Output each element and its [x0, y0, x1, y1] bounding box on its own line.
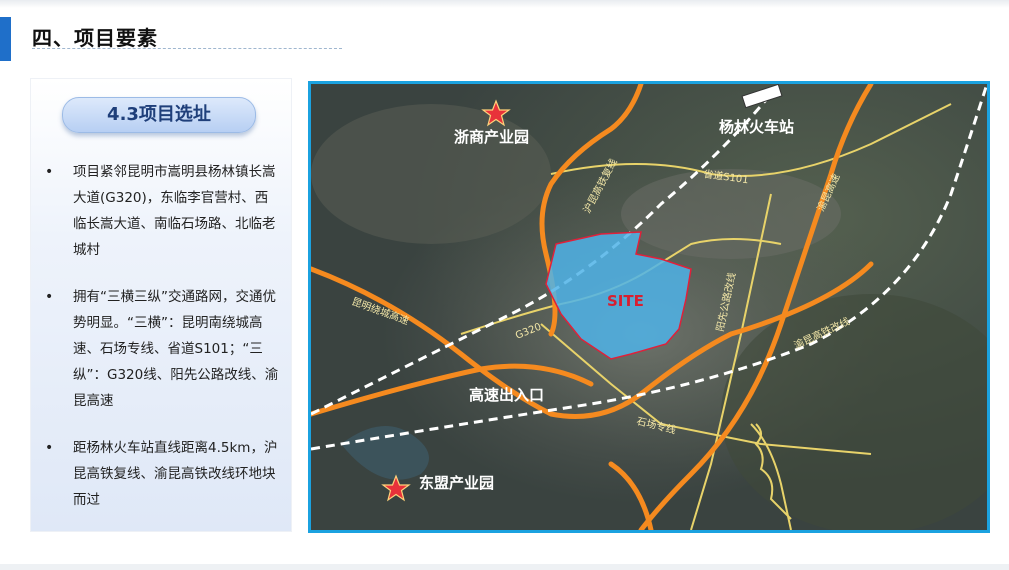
title-divider [32, 48, 342, 49]
bullet-icon: • [45, 164, 54, 180]
bullet-text: 项目紧邻昆明市嵩明县杨林镇长嵩大道(G320)，东临李官营村、西临长嵩大道、南临… [73, 164, 276, 258]
bullet-item: • 拥有“三横三纵”交通路网，交通优势明显。“三横”：昆明南绕城高速、石场专线、省… [45, 284, 281, 414]
bottom-shade [0, 564, 1009, 570]
section-title-badge: 4.3项目选址 [62, 97, 256, 133]
bullet-list: • 项目紧邻昆明市嵩明县杨林镇长嵩大道(G320)，东临李官营村、西临长嵩大道、南… [45, 159, 281, 534]
title-accent-bar [0, 17, 11, 61]
bullet-item: • 项目紧邻昆明市嵩明县杨林镇长嵩大道(G320)，东临李官营村、西临长嵩大道、南… [45, 159, 281, 263]
page-title: 四、项目要素 [32, 26, 158, 50]
map-svg: SITE 浙商产业园 杨林火车站 高速出入口 东盟产业园 沪昆高铁复线 省道S1… [311, 84, 987, 530]
site-map[interactable]: SITE 浙商产业园 杨林火车站 高速出入口 东盟产业园 沪昆高铁复线 省道S1… [308, 81, 990, 533]
place-label-zheshang: 浙商产业园 [454, 128, 529, 146]
place-label-highway-exit: 高速出入口 [469, 386, 544, 404]
town-area [311, 104, 551, 244]
bullet-text: 拥有“三横三纵”交通路网，交通优势明显。“三横”：昆明南绕城高速、石场专线、省道… [73, 289, 279, 409]
place-label-station: 杨林火车站 [719, 118, 794, 136]
bullet-text: 距杨林火车站直线距离4.5km，沪昆高铁复线、渝昆高铁改线环地块而过 [73, 440, 278, 508]
info-panel: 4.3项目选址 • 项目紧邻昆明市嵩明县杨林镇长嵩大道(G320)，东临李官营村、… [30, 78, 292, 532]
bullet-item: • 距杨林火车站直线距离4.5km，沪昆高铁复线、渝昆高铁改线环地块而过 [45, 435, 281, 513]
bullet-icon: • [45, 289, 54, 305]
place-label-dongmeng: 东盟产业园 [419, 474, 494, 492]
top-shade [0, 0, 1009, 8]
bullet-icon: • [45, 440, 54, 456]
site-label: SITE [607, 292, 644, 310]
